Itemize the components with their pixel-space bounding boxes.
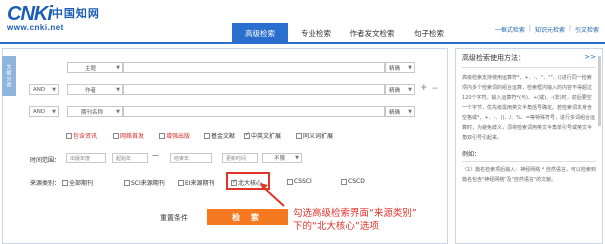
logic-select-3[interactable]: AND ▼ — [29, 106, 59, 117]
start-year-input[interactable]: 起始年 — [112, 153, 148, 163]
match-select-label: 精确 — [389, 87, 401, 94]
source-label: SCI来源期刊 — [131, 180, 165, 187]
field-select-1[interactable]: 主题 ▼ — [67, 62, 123, 73]
source-cscd[interactable]: CSCD — [341, 178, 365, 185]
chevron-down-icon: ▼ — [295, 155, 299, 161]
chevron-down-icon: ▼ — [408, 109, 412, 115]
help-example: （1）篇名检索项后输入：神经网络 * 自然语言，可以检索到篇名包含"神经网络"及… — [462, 167, 596, 183]
search-input-2[interactable] — [123, 84, 385, 95]
option-fund-literature[interactable]: 基金文献 — [204, 131, 235, 140]
update-time-text: 更新时间 — [226, 155, 247, 162]
checkbox[interactable] — [124, 179, 130, 186]
option-synonym-expand[interactable]: 同义词扩展 — [296, 131, 333, 140]
start-year-placeholder: 起始年 — [116, 155, 132, 162]
tab-advanced-search[interactable]: 高级检索 — [232, 23, 288, 43]
divider — [462, 67, 596, 68]
field-select-label: 主题 — [85, 65, 97, 72]
help-scrollbar[interactable] — [598, 56, 601, 126]
source-label: 全部期刊 — [69, 180, 94, 187]
match-select-2[interactable]: 精确 ▼ — [385, 84, 415, 95]
update-time-select[interactable]: 不限 ▼ — [262, 153, 302, 163]
match-select-3[interactable]: 精确 ▼ — [385, 106, 415, 117]
option-label: 中英文扩展 — [251, 133, 282, 140]
tab-sentence-search[interactable]: 句子检索 — [403, 23, 455, 43]
chevron-down-icon: ▼ — [116, 65, 120, 71]
chevron-down-icon: ▼ — [408, 65, 412, 71]
annotation-line-2: 下的“北大核心”选项 — [293, 221, 379, 232]
checkbox[interactable] — [113, 132, 119, 139]
chevron-down-icon: ▼ — [52, 109, 56, 115]
option-enhanced-publish[interactable]: 增强出版 — [159, 131, 190, 140]
field-select-3[interactable]: 期刊名称 ▼ — [67, 106, 123, 117]
option-cn-en-expand[interactable]: 中英文扩展 — [244, 131, 281, 140]
option-include-news[interactable]: 包含资讯 — [66, 131, 97, 140]
checkbox[interactable] — [204, 132, 210, 139]
tab-professional-search[interactable]: 专业检索 — [291, 23, 341, 43]
update-time-label: 更新时间 — [222, 153, 258, 163]
checkbox[interactable] — [62, 179, 68, 186]
source-label: EI来源期刊 — [185, 180, 215, 187]
checkbox[interactable] — [178, 179, 184, 186]
annotation-arrow-icon — [260, 183, 285, 207]
source-category-label: 来源类别： — [30, 180, 61, 187]
date-dash: — — [152, 151, 159, 159]
annotation-line-1: 勾选高级检索界面“来源类别” — [293, 208, 417, 219]
checkbox[interactable] — [66, 132, 72, 139]
source-sci[interactable]: SCI来源期刊 — [124, 178, 165, 187]
end-year-input[interactable]: 结束年 — [170, 153, 212, 163]
divider — [462, 161, 596, 162]
tab-author-search[interactable]: 作者发文检索 — [341, 23, 403, 43]
search-input-3[interactable] — [123, 106, 385, 117]
source-cssci[interactable]: CSSCI — [287, 178, 312, 185]
update-time-value: 不限 — [274, 156, 286, 162]
option-online-first[interactable]: 网络首发 — [113, 131, 144, 140]
add-row-icon[interactable]: + — [420, 84, 428, 93]
chevron-down-icon: ▼ — [116, 109, 120, 115]
search-input-1[interactable] — [123, 62, 385, 73]
field-select-label: 作者 — [85, 87, 97, 94]
chevron-down-icon: ▼ — [52, 87, 56, 93]
side-tab-categories[interactable]: 文献分类 — [2, 56, 16, 96]
pub-year-placeholder: 出版年度 — [70, 155, 91, 162]
reset-conditions-button[interactable]: 重置条件 — [160, 213, 188, 223]
end-year-placeholder: 结束年 — [174, 155, 190, 162]
source-ei[interactable]: EI来源期刊 — [178, 178, 215, 187]
match-select-label: 精确 — [389, 109, 401, 116]
checkbox[interactable] — [296, 132, 302, 139]
help-example-label: 例如： — [462, 151, 481, 158]
help-title-row: 高级检索使用方法： >> — [462, 53, 596, 63]
option-label: 增强出版 — [166, 133, 191, 140]
help-body: 高级检索支持使用运算符*、+、-、''、""、()进行同一检索项内多个检索词的组… — [462, 75, 596, 141]
search-button[interactable]: 检 索 — [207, 209, 288, 225]
logic-select-label: AND — [33, 108, 46, 115]
option-label: 网络首发 — [120, 133, 145, 140]
help-title: 高级检索使用方法： — [462, 54, 525, 62]
option-label: 包含资讯 — [73, 133, 98, 140]
search-tabbar: 高级检索 专业检索 作者发文检索 句子检索 — [0, 17, 605, 44]
option-label: 同义词扩展 — [303, 133, 334, 140]
chevron-down-icon: ▼ — [408, 87, 412, 93]
field-select-label: 期刊名称 — [81, 109, 104, 116]
match-select-label: 精确 — [389, 65, 401, 72]
option-label: 基金文献 — [211, 133, 236, 140]
field-select-2[interactable]: 作者 ▼ — [67, 84, 123, 95]
tabbar-underline — [0, 42, 605, 44]
help-panel: 高级检索使用方法： >> 高级检索支持使用运算符*、+、-、''、""、()进行… — [455, 48, 603, 244]
chevron-down-icon: ▼ — [116, 87, 120, 93]
logic-select-2[interactable]: AND ▼ — [29, 84, 59, 95]
checkbox[interactable] — [159, 132, 165, 139]
annotation-text: 勾选高级检索界面“来源类别” 下的“北大核心”选项 — [293, 207, 417, 233]
checkbox[interactable] — [341, 178, 347, 185]
source-label: CSSCI — [294, 178, 312, 185]
logic-select-label: AND — [33, 86, 46, 93]
checkbox-checked[interactable] — [244, 131, 250, 139]
source-label: CSCD — [348, 178, 365, 185]
pub-year-input[interactable]: 出版年度 — [66, 153, 106, 163]
match-select-1[interactable]: 精确 ▼ — [385, 62, 415, 73]
help-more-link[interactable]: >> — [584, 53, 596, 63]
time-range-label: 时间范围： — [30, 157, 61, 164]
source-all-journals[interactable]: 全部期刊 — [62, 178, 93, 187]
remove-row-icon[interactable]: — — [432, 84, 438, 93]
